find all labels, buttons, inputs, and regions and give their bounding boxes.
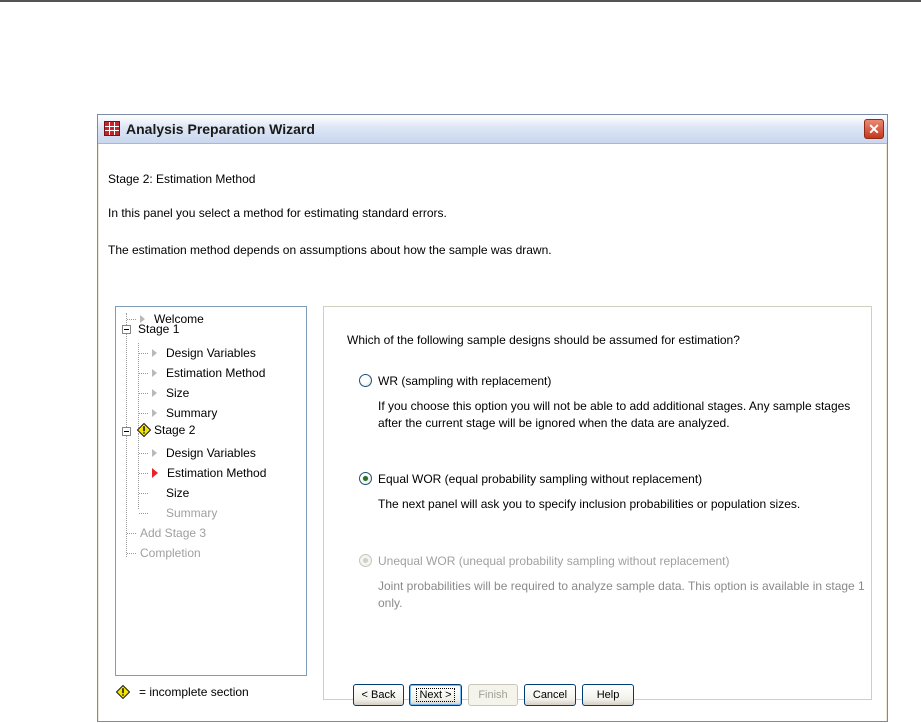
tree-item-label: Design Variables xyxy=(166,346,256,360)
radio-button-disabled xyxy=(359,554,372,567)
tree-item-label: Add Stage 3 xyxy=(140,526,207,540)
tree-item-completion: Completion xyxy=(140,544,201,562)
option-description: The next panel will ask you to specify i… xyxy=(378,497,801,511)
finish-button: Finish xyxy=(468,684,518,706)
next-button-label: Next > xyxy=(416,688,455,702)
window-title: Analysis Preparation Wizard xyxy=(126,121,315,137)
next-button[interactable]: Next > xyxy=(409,684,462,706)
triangle-icon xyxy=(152,448,157,457)
wizard-steps-tree: Welcome Stage 1 Design Variables Estimat… xyxy=(115,306,307,676)
tree-item-label: Stage 1 xyxy=(138,322,180,336)
title-bar[interactable]: Analysis Preparation Wizard ✕ xyxy=(98,115,887,144)
tree-item-label: Stage 2 xyxy=(154,423,196,437)
wizard-dialog: Analysis Preparation Wizard ✕ Stage 2: E… xyxy=(97,114,888,722)
tree-item-label: Summary xyxy=(166,406,218,420)
collapse-icon[interactable] xyxy=(122,325,131,334)
radio-button[interactable] xyxy=(359,374,372,387)
triangle-icon xyxy=(152,368,157,377)
tree-item-estimation-method-1[interactable]: Estimation Method xyxy=(152,364,265,382)
current-step-arrow-icon xyxy=(152,467,158,478)
triangle-icon xyxy=(152,388,157,397)
intro-text-1: In this panel you select a method for es… xyxy=(108,206,447,220)
page-top-rule xyxy=(0,0,921,2)
tree-item-label: Design Variables xyxy=(166,446,256,460)
question-text: Which of the following sample designs sh… xyxy=(347,333,740,347)
tree-item-design-variables-1[interactable]: Design Variables xyxy=(152,344,256,362)
option-label: WR (sampling with replacement) xyxy=(378,374,552,388)
tree-item-summary-1[interactable]: Summary xyxy=(152,404,217,422)
tree-item-label: Estimation Method xyxy=(166,366,266,380)
tree-item-label: Size xyxy=(166,386,190,400)
intro-text-2: The estimation method depends on assumpt… xyxy=(108,243,552,257)
close-icon[interactable]: ✕ xyxy=(864,119,884,139)
wizard-body: Stage 2: Estimation Method In this panel… xyxy=(99,144,886,721)
triangle-icon xyxy=(152,408,157,417)
tree-item-label: Summary xyxy=(166,506,218,520)
option-description: Joint probabilities will be required to … xyxy=(378,579,865,610)
tree-item-label: Completion xyxy=(140,546,201,560)
option-label: Equal WOR (equal probability sampling wi… xyxy=(378,472,703,486)
cancel-button[interactable]: Cancel xyxy=(524,684,576,706)
tree-item-label: Estimation Method xyxy=(167,466,267,480)
tree-item-estimation-method-2[interactable]: Estimation Method xyxy=(152,464,266,482)
back-button[interactable]: < Back xyxy=(353,684,404,706)
legend-label: = incomplete section xyxy=(139,685,249,699)
tree-item-design-variables-2[interactable]: Design Variables xyxy=(152,444,256,462)
option-description: If you choose this option you will not b… xyxy=(378,399,851,430)
help-button[interactable]: Help xyxy=(582,684,634,706)
tree-item-add-stage-3: Add Stage 3 xyxy=(140,524,206,542)
tree-item-stage-2[interactable]: Stage 2 xyxy=(154,421,195,439)
triangle-icon xyxy=(152,348,157,357)
warning-icon xyxy=(137,423,151,437)
option-label: Unequal WOR (unequal probability samplin… xyxy=(378,554,730,568)
radio-button-selected[interactable] xyxy=(359,472,372,485)
tree-item-size-2[interactable]: Size xyxy=(166,484,189,502)
content-panel: Which of the following sample designs sh… xyxy=(323,306,872,700)
tree-item-label: Size xyxy=(166,486,190,500)
warning-icon xyxy=(116,685,130,699)
collapse-icon[interactable] xyxy=(122,427,131,436)
tree-item-stage-1[interactable]: Stage 1 xyxy=(138,320,179,338)
grid-icon xyxy=(104,121,120,136)
tree-item-size-1[interactable]: Size xyxy=(152,384,189,402)
tree-item-summary-2: Summary xyxy=(166,504,217,522)
stage-title: Stage 2: Estimation Method xyxy=(108,172,256,186)
